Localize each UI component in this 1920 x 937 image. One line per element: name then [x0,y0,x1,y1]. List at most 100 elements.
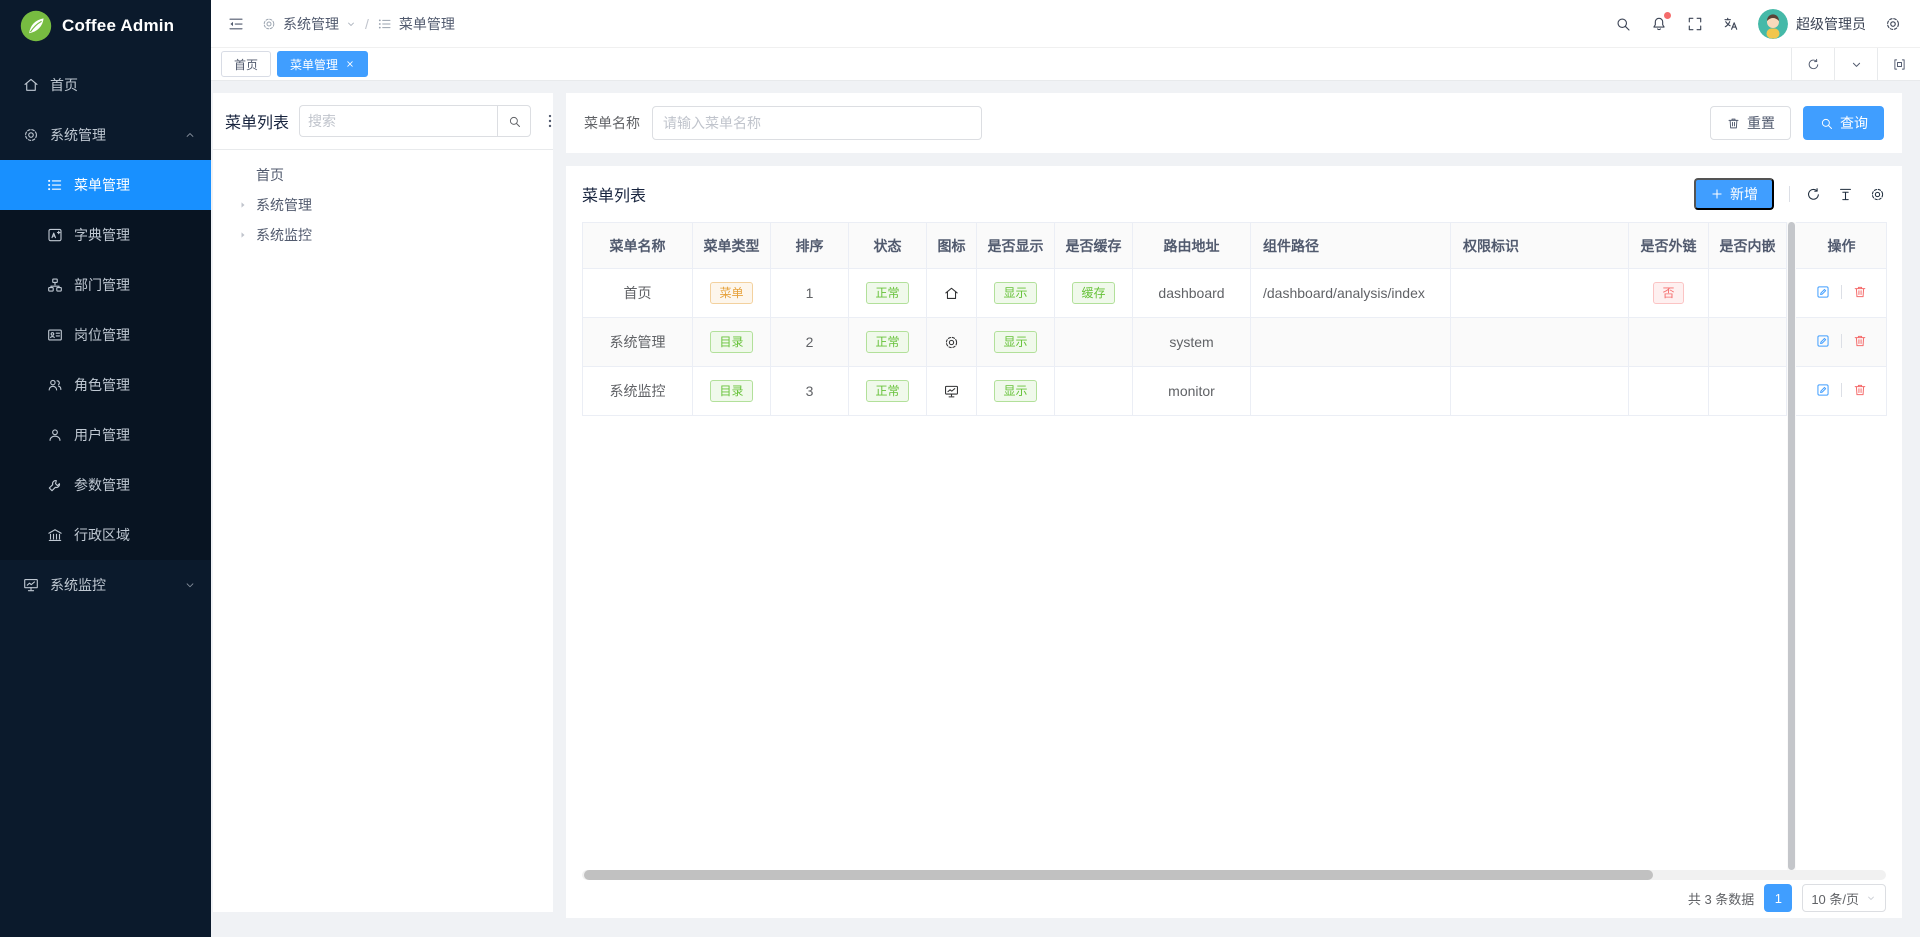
table-refresh-button[interactable] [1805,186,1822,203]
chevron-up-icon [183,128,197,142]
notification-dot-badge [1664,12,1671,19]
trash-icon [1852,284,1868,300]
dictionary-icon [46,226,64,244]
sidebar-item-dept-management[interactable]: 部门管理 [0,260,211,310]
page-size-select[interactable]: 10 条/页 [1802,884,1886,912]
sidebar-item-system-management[interactable]: 系统管理 [0,110,211,160]
language-button[interactable] [1722,15,1740,33]
sidebar: Coffee Admin 首页 系统管理 菜单管理 字典管理 部门管理 [0,0,211,937]
cell-icon [927,318,977,367]
close-icon[interactable] [345,59,355,69]
user-icon [46,426,64,444]
col-header-status: 状态 [849,223,927,269]
gear-icon [1869,186,1886,203]
cell-order: 3 [771,367,849,416]
search-button[interactable] [1614,15,1632,33]
row-height-button[interactable] [1837,186,1854,203]
user-menu[interactable]: 超级管理员 [1758,9,1866,39]
tab-home[interactable]: 首页 [221,51,271,77]
table-row: 系统监控 目录 3 正常 显示 monitor [583,367,1887,416]
cell-name: 系统管理 [583,318,693,367]
column-settings-button[interactable] [1869,186,1886,203]
cell-visible: 显示 [977,318,1055,367]
cell-embedded [1709,269,1787,318]
sidebar-item-label: 行政区域 [74,525,130,545]
cell-component [1251,318,1451,367]
edit-button[interactable] [1815,284,1831,300]
notifications-button[interactable] [1650,15,1668,33]
menu-name-label: 菜单名称 [584,113,640,133]
breadcrumb-item-system[interactable]: 系统管理 [261,14,357,34]
cell-embedded [1709,318,1787,367]
wrench-icon [46,476,64,494]
divider [1841,334,1842,348]
tree-more-button[interactable] [541,112,559,130]
tree-search-button[interactable] [497,105,531,137]
sidebar-item-post-management[interactable]: 岗位管理 [0,310,211,360]
table-card-title: 菜单列表 [582,182,646,206]
col-header-icon: 图标 [927,223,977,269]
tree-search-input[interactable] [299,105,497,137]
menu-table: 菜单名称 菜单类型 排序 状态 图标 是否显示 是否缓存 路由地址 组件路径 权… [582,222,1887,416]
refresh-tab-button[interactable] [1791,48,1834,80]
gear-icon [22,126,40,144]
settings-button[interactable] [1884,15,1902,33]
tab-label: 菜单管理 [290,56,338,73]
cell-external [1629,318,1709,367]
sidebar-item-region[interactable]: 行政区域 [0,510,211,560]
breadcrumb-label: 系统管理 [283,14,339,34]
edit-icon [1815,382,1831,398]
menu-name-input[interactable] [652,106,982,140]
search-icon [1614,15,1632,33]
sidebar-item-menu-management[interactable]: 菜单管理 [0,160,211,210]
edit-button[interactable] [1815,382,1831,398]
edit-button[interactable] [1815,333,1831,349]
cell-visible: 显示 [977,367,1055,416]
sidebar-item-param-management[interactable]: 参数管理 [0,460,211,510]
sidebar-item-user-management[interactable]: 用户管理 [0,410,211,460]
maximize-content-button[interactable] [1877,48,1920,80]
delete-button[interactable] [1852,382,1868,398]
tab-menu-management[interactable]: 菜单管理 [277,51,368,77]
sidebar-item-role-management[interactable]: 角色管理 [0,360,211,410]
home-icon [943,285,960,302]
reset-button[interactable]: 重置 [1710,106,1791,140]
sidebar-item-dict-management[interactable]: 字典管理 [0,210,211,260]
search-submit-button[interactable]: 查询 [1803,106,1884,140]
breadcrumb-separator: / [365,16,369,32]
fullscreen-button[interactable] [1686,15,1704,33]
add-button[interactable]: 新增 [1694,178,1774,210]
list-icon [377,16,393,32]
caret-right-icon[interactable] [237,229,249,241]
breadcrumb-item-menu[interactable]: 菜单管理 [377,14,455,34]
sidebar-item-home[interactable]: 首页 [0,60,211,110]
cell-type: 目录 [693,318,771,367]
cell-order: 2 [771,318,849,367]
horizontal-scrollbar-thumb[interactable] [584,870,1653,880]
type-tag: 菜单 [710,282,752,304]
caret-right-icon[interactable] [237,199,249,211]
tab-options-button[interactable] [1834,48,1877,80]
line-height-icon [1837,186,1854,203]
menu-tree-panel: 菜单列表 首页 系统管理 [213,93,553,912]
tree-panel-title: 菜单列表 [225,109,289,133]
edit-icon [1815,333,1831,349]
tree-node-system-monitor[interactable]: 系统监控 [225,220,541,250]
sidebar-item-label: 参数管理 [74,475,130,495]
sidebar-collapse-button[interactable] [227,15,245,33]
status-tag: 正常 [866,282,908,304]
translate-icon [1722,15,1740,33]
tree-node-system-management[interactable]: 系统管理 [225,190,541,220]
delete-button[interactable] [1852,333,1868,349]
delete-button[interactable] [1852,284,1868,300]
vertical-scrollbar-thumb[interactable] [1788,222,1795,870]
page-number-button[interactable]: 1 [1764,884,1792,912]
gear-icon [1884,15,1902,33]
horizontal-scrollbar [582,870,1886,880]
sidebar-item-system-monitor[interactable]: 系统监控 [0,560,211,610]
tree-node-home[interactable]: 首页 [225,160,541,190]
filter-bar: 菜单名称 重置 查询 [566,93,1902,153]
col-header-visible: 是否显示 [977,223,1055,269]
user-name: 超级管理员 [1796,14,1866,34]
cell-actions [1787,367,1887,416]
